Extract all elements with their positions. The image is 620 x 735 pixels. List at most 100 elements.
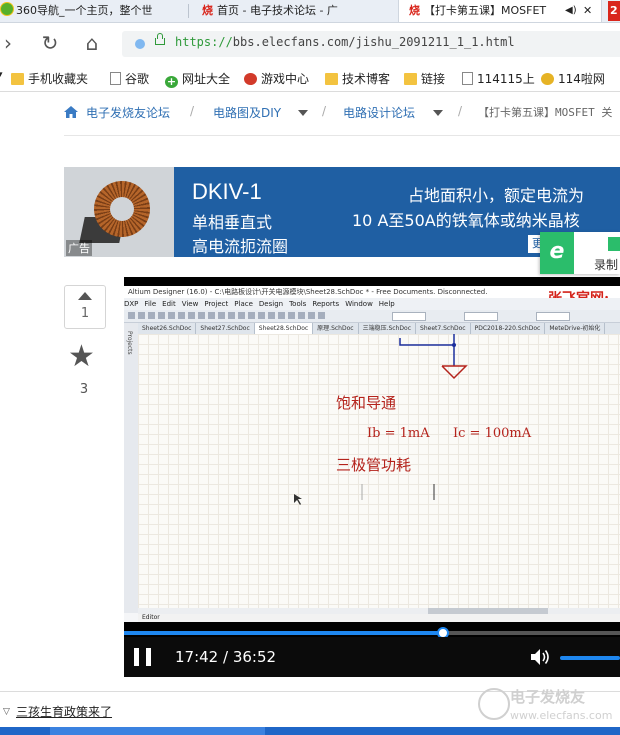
breadcrumb-current-post: 【打卡第五课】MOSFET 关	[478, 106, 613, 119]
pause-bar	[146, 648, 151, 666]
page-icon	[462, 72, 473, 85]
bookmark-label: 谷歌	[125, 72, 150, 86]
toolbar-icon	[138, 312, 145, 319]
breadcrumb-circuit-design[interactable]: 电路设计论坛	[343, 104, 415, 121]
ad-description: 占地面积小，额定电流为	[408, 186, 585, 205]
menu-item: Tools	[289, 300, 307, 308]
coil-core-graphic	[110, 197, 134, 221]
game-icon	[244, 73, 257, 85]
chevron-down-icon[interactable]	[433, 110, 443, 116]
site-info-icon[interactable]	[135, 39, 145, 49]
toolbar-icon	[148, 312, 155, 319]
tab-360-nav[interactable]: 360导航_一个主页，整个世	[0, 0, 180, 22]
bookmark-google[interactable]: 谷歌	[110, 70, 149, 87]
bookmark-label: 114115上	[477, 72, 535, 86]
schematic-ic: Ic = 100mA	[453, 426, 532, 441]
back-icon[interactable]: ›	[0, 31, 20, 55]
menu-item: Edit	[162, 300, 176, 308]
video-player[interactable]: Altium Designer (16.0) - C:\电路板设计\开关电源模块…	[124, 277, 620, 677]
close-tab-icon[interactable]: ✕	[583, 0, 592, 22]
video-frame-altium-designer: Altium Designer (16.0) - C:\电路板设计\开关电源模块…	[124, 286, 620, 622]
toolbar-icon	[218, 312, 225, 319]
menu-item: File	[144, 300, 157, 308]
recorder-label: 录制	[594, 258, 619, 272]
bookmark-label: 手机收藏夹	[28, 72, 89, 86]
bookmark-game-center[interactable]: 游戏中心	[244, 70, 309, 87]
doc-tab: MeteDrive-初始化	[545, 323, 606, 334]
navigation-bar: › ↻ ⌂ https://bbs.elecfans.com/jishu_209…	[0, 23, 620, 65]
chevron-down-icon[interactable]: ▾	[0, 70, 3, 80]
volume-slider[interactable]	[560, 656, 620, 660]
ad-banner[interactable]: 广告 DKIV-1 单相垂直式 高电流扼流圈 占地面积小，额定电流为 10 A至…	[64, 167, 620, 257]
gold-icon	[541, 73, 554, 85]
bookmark-114la[interactable]: 114啦网	[541, 70, 605, 87]
document-tabs: Sheet26.SchDoc Sheet27.SchDoc Sheet28.SchD…	[138, 323, 620, 334]
tab-label: 【打卡第五课】MOSFET	[424, 4, 547, 17]
speaker-icon[interactable]: ◀)	[565, 0, 577, 22]
pause-icon[interactable]	[134, 648, 152, 666]
toolbar-icon	[188, 312, 195, 319]
bookmark-label: 技术博客	[342, 72, 391, 86]
toolbar-icon	[128, 312, 135, 319]
bookmark-label: 网址大全	[182, 72, 231, 86]
projects-panel: Projects	[124, 323, 139, 613]
favorite-count: 3	[79, 382, 89, 397]
video-controls: 17:42 / 36:52	[124, 637, 620, 677]
bookmark-url-directory[interactable]: + 网址大全	[165, 70, 230, 88]
page-icon	[110, 72, 121, 85]
chevron-down-icon[interactable]: ▽	[3, 707, 10, 717]
app-menu-bar: DXP File Edit View Project Place Design Tools Re…	[124, 298, 620, 310]
screen-recorder-widget[interactable]: e 录制	[540, 232, 620, 274]
watermark-url: www.elecfans.com	[510, 709, 613, 722]
doc-tab: Sheet27.SchDoc	[196, 323, 255, 334]
url-path: bbs.elecfans.com/jishu_2091211_1_1.html	[232, 35, 515, 49]
schematic-canvas: 饱和导通 Ib = 1mA Ic = 100mA 三极管功耗	[138, 334, 620, 608]
bookmark-114115[interactable]: 114115上	[462, 70, 535, 87]
browser-tab-bar: 360导航_一个主页，整个世 烧首页 - 电子技术论坛 - 广 烧【打卡第五课】…	[0, 0, 620, 23]
bookmark-tech-blog[interactable]: 技术博客	[325, 70, 390, 87]
video-time: 17:42 / 36:52	[175, 648, 277, 666]
toolbar-icon	[288, 312, 295, 319]
tab-badge[interactable]: 2	[608, 1, 620, 21]
star-icon[interactable]: ★	[68, 342, 95, 372]
menu-item: Help	[378, 300, 395, 308]
toolbar-dropdown	[464, 312, 498, 321]
bookmark-mobile-favorites[interactable]: 手机收藏夹	[11, 70, 88, 87]
toolbar-icon	[308, 312, 315, 319]
ad-subtitle: 单相垂直式	[192, 213, 273, 232]
breadcrumb-circuits-diy[interactable]: 电路图及DIY	[213, 104, 281, 121]
home-icon[interactable]	[64, 106, 78, 118]
menu-item: View	[181, 300, 199, 308]
secure-lock-icon	[155, 33, 165, 45]
news-link[interactable]: 三孩生育政策来了	[16, 703, 112, 720]
url-scheme: https://	[175, 35, 233, 49]
app-window-title: Altium Designer (16.0) - C:\电路板设计\开关电源模块…	[124, 286, 620, 298]
video-progress-bar[interactable]	[124, 627, 620, 639]
menu-item: DXP	[124, 300, 139, 308]
tab-active-post[interactable]: 烧【打卡第五课】MOSFET ◀) ✕	[398, 0, 602, 22]
home-icon[interactable]: ⌂	[80, 31, 104, 55]
taskbar-button[interactable]	[50, 727, 265, 735]
menu-item: Place	[234, 300, 253, 308]
upvote-button[interactable]: 1	[64, 285, 106, 329]
folder-icon	[404, 73, 417, 85]
360-logo-icon	[0, 2, 14, 16]
doc-tab: 三端稳压.SchDoc	[359, 323, 417, 334]
schematic-ib: Ib = 1mA	[367, 426, 430, 441]
elecfans-logo-icon: 烧	[202, 4, 213, 17]
chevron-down-icon[interactable]	[298, 110, 308, 116]
breadcrumb-forum-home[interactable]: 电子发烧友论坛	[86, 104, 170, 121]
url-text[interactable]: https://bbs.elecfans.com/jishu_2091211_1…	[175, 35, 515, 49]
ad-description: 10 A至50A的铁氧体或纳米晶核	[352, 211, 580, 230]
bookmark-links[interactable]: 链接	[404, 70, 445, 87]
doc-tab: 原理.SchDoc	[313, 323, 359, 334]
volume-icon[interactable]	[530, 648, 552, 666]
elecfans-logo-icon	[478, 688, 510, 720]
reload-icon[interactable]: ↻	[38, 31, 62, 55]
watermark-text: 电子发烧友	[510, 688, 586, 706]
toolbar-icon	[248, 312, 255, 319]
toolbar-dropdown	[392, 312, 426, 321]
address-bar[interactable]: https://bbs.elecfans.com/jishu_2091211_1…	[122, 31, 620, 57]
tab-elecfans-home[interactable]: 烧首页 - 电子技术论坛 - 广	[202, 0, 392, 22]
recorder-accent	[608, 237, 620, 251]
